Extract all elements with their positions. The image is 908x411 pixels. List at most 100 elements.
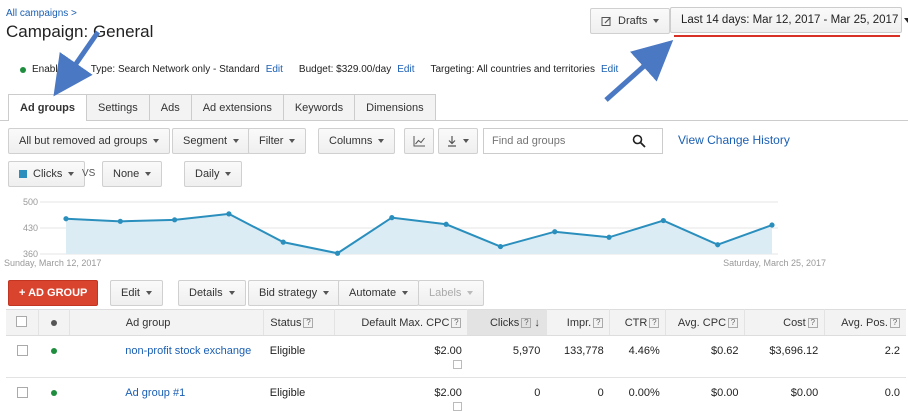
max-cpc-value: $2.00 (434, 345, 462, 357)
row-checkbox[interactable] (16, 387, 28, 398)
chevron-down-icon (225, 172, 232, 176)
row-checkbox-cell[interactable] (6, 335, 39, 378)
sort-descending-icon: ↓ (534, 316, 540, 329)
clicks-cell: 0 (467, 377, 547, 411)
line-chart-icon (413, 135, 425, 146)
page-title-prefix: Campaign: (6, 22, 93, 41)
data-point (280, 239, 286, 245)
download-dropdown[interactable] (438, 128, 478, 154)
labels-dropdown[interactable]: Labels (418, 280, 485, 306)
row-status-dot-cell (38, 335, 70, 378)
ad-group-name-cell[interactable]: Ad group #1 (69, 377, 264, 411)
max-cpc-cell[interactable]: $2.00 (334, 377, 468, 411)
tab-dimensions[interactable]: Dimensions (354, 94, 436, 120)
row-checkbox-cell[interactable] (6, 377, 39, 411)
data-point (552, 229, 558, 235)
help-icon[interactable]: ? (728, 317, 739, 328)
column-header-cost[interactable]: Cost? (744, 309, 825, 336)
column-header-ctr[interactable]: CTR? (609, 309, 667, 336)
data-point (660, 217, 666, 224)
max-cpc-value: $2.00 (434, 387, 462, 399)
column-header-impr[interactable]: Impr.? (546, 309, 611, 336)
edit-budget-link[interactable]: Edit (397, 64, 414, 75)
clicks-line-chart: 500430360Sunday, March 12, 2017 Saturday,… (4, 197, 826, 268)
help-icon[interactable]: ? (303, 317, 314, 328)
data-point (443, 221, 449, 227)
tab-ad-groups[interactable]: Ad groups (8, 94, 87, 121)
row-checkbox[interactable] (16, 345, 28, 356)
tab-settings[interactable]: Settings (86, 94, 150, 120)
ad-group-link[interactable]: non-profit stock exchange (125, 345, 251, 357)
date-range-label: Last 14 days: Mar 12, 2017 - Mar 25, 201… (681, 14, 899, 26)
drafts-button[interactable]: Drafts (590, 8, 671, 34)
edit-label: Edit (121, 287, 140, 299)
search-icon[interactable] (632, 134, 646, 148)
chevron-down-icon (68, 172, 75, 176)
filter-dropdown[interactable]: Filter (248, 128, 307, 154)
column-header-status[interactable]: Status? (263, 309, 335, 336)
date-range-selector[interactable]: Last 14 days: Mar 12, 2017 - Mar 25, 201… (670, 7, 908, 33)
view-change-history-link[interactable]: View Change History (678, 133, 790, 147)
column-header-ctr-label: CTR (624, 316, 648, 329)
y-tick-label: 500 (23, 197, 38, 207)
chart-toggle-button[interactable] (404, 128, 434, 154)
max-cpc-cell[interactable]: $2.00 (334, 335, 468, 378)
chevron-down-icon (228, 291, 235, 295)
column-header-avg-pos[interactable]: Avg. Pos.? (824, 309, 906, 336)
status-cell: Eligible (263, 377, 335, 411)
chevron-down-icon (233, 139, 240, 143)
edit-targeting-link[interactable]: Edit (601, 64, 618, 75)
bid-strategy-label: Bid strategy (259, 287, 318, 299)
edit-type-link[interactable]: Edit (266, 64, 283, 75)
bid-strategy-dropdown[interactable]: Bid strategy (248, 280, 341, 306)
metric1-label: Clicks (33, 168, 63, 180)
add-ad-group-button[interactable]: + AD GROUP (8, 280, 99, 306)
select-all-checkbox[interactable] (16, 315, 28, 327)
cost-cell: $0.00 (744, 377, 825, 411)
help-icon[interactable]: ? (807, 317, 818, 328)
columns-dropdown[interactable]: Columns (318, 128, 396, 154)
ad-group-scope-dropdown[interactable]: All but removed ad groups (8, 128, 171, 154)
column-header-avg-pos-label: Avg. Pos. (841, 316, 888, 329)
tab-ad-extensions[interactable]: Ad extensions (190, 94, 284, 120)
tab-keywords[interactable]: Keywords (282, 94, 356, 120)
edit-dropdown[interactable]: Edit (110, 280, 163, 306)
column-header-avg-cpc[interactable]: Avg. CPC? (665, 309, 746, 336)
help-icon[interactable]: ? (649, 317, 660, 328)
metric1-dropdown[interactable]: Clicks (8, 161, 86, 187)
y-tick-label: 430 (23, 223, 38, 233)
chevron-down-icon (289, 139, 296, 143)
column-header-ad-group[interactable]: Ad group (69, 309, 265, 336)
help-icon[interactable]: ? (521, 317, 532, 328)
help-icon[interactable]: ? (451, 317, 462, 328)
breadcrumb-all-campaigns[interactable]: All campaigns > (6, 8, 77, 19)
metric2-dropdown[interactable]: None (102, 161, 163, 187)
tab-ads[interactable]: Ads (148, 94, 192, 120)
chevron-down-icon (145, 291, 152, 295)
details-dropdown[interactable]: Details (178, 280, 246, 306)
download-icon (448, 135, 456, 147)
column-header-max-cpc[interactable]: Default Max. CPC? (334, 309, 469, 336)
campaign-targeting: Targeting: All countries and territories (430, 64, 595, 75)
edit-bid-icon[interactable] (452, 360, 462, 369)
column-header-cost-label: Cost (783, 316, 806, 329)
column-header-impr-label: Impr. (566, 316, 592, 329)
select-all-checkbox-cell[interactable] (6, 309, 39, 336)
labels-label: Labels (429, 287, 462, 299)
enabled-status-dot-icon (20, 66, 26, 73)
column-header-clicks[interactable]: Clicks? ↓ (467, 309, 547, 336)
status-dot-column-header (38, 309, 70, 336)
edit-bid-icon[interactable] (452, 402, 462, 411)
ad-group-link[interactable]: Ad group #1 (125, 387, 185, 399)
impr-cell: 0 (546, 377, 610, 411)
granularity-dropdown[interactable]: Daily (184, 161, 243, 187)
arrow-to-date-range (604, 40, 674, 102)
segment-dropdown[interactable]: Segment (172, 128, 251, 154)
help-icon[interactable]: ? (890, 317, 900, 328)
ctr-cell: 0.00% (609, 377, 666, 411)
ad-group-name-cell[interactable]: non-profit stock exchange (69, 335, 264, 378)
automate-dropdown[interactable]: Automate (338, 280, 420, 306)
help-icon[interactable]: ? (593, 317, 604, 328)
chevron-down-icon (653, 19, 660, 23)
chevron-down-icon (378, 139, 385, 143)
